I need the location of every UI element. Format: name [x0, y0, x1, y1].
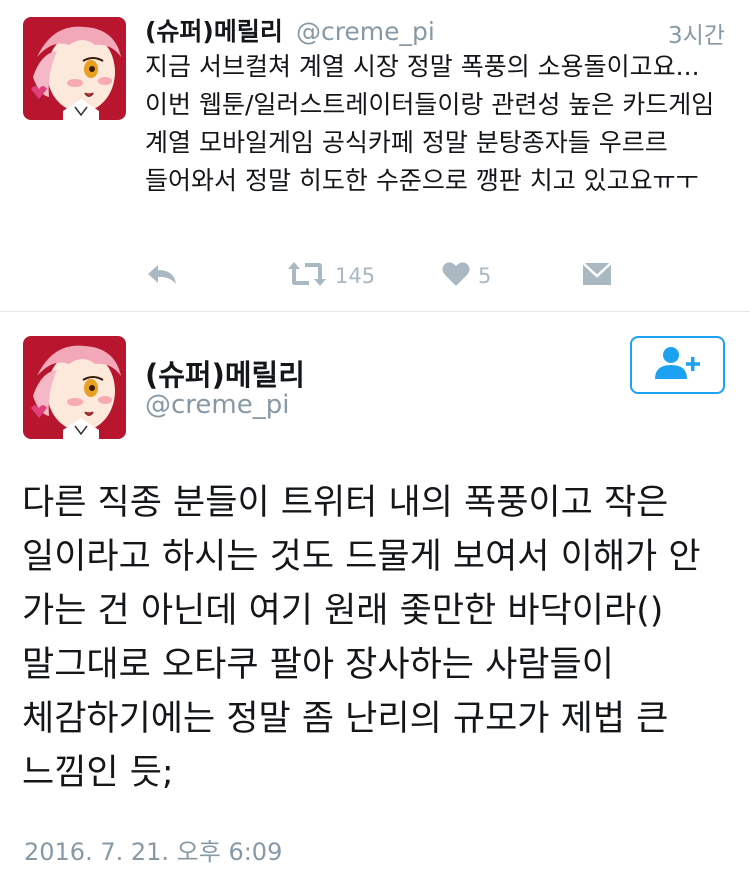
retweet-icon — [287, 260, 327, 292]
tweet-main-header: (슈퍼)메릴리 @creme_pi — [0, 312, 750, 452]
follow-button[interactable] — [630, 336, 725, 394]
tweet-time[interactable]: 3시간 — [668, 16, 725, 50]
reply-button[interactable] — [145, 258, 179, 294]
tweet-timestamp[interactable]: 2016. 7. 21. 오후 6:09 — [24, 832, 282, 867]
envelope-icon — [582, 262, 612, 290]
tweet-text: 지금 서브컬쳐 계열 시장 정말 폭풍의 소용돌이고요... 이번 웹툰/일러스… — [145, 52, 715, 195]
like-count: 5 — [478, 264, 492, 288]
heart-icon — [442, 261, 470, 291]
avatar[interactable] — [23, 17, 126, 120]
avatar[interactable] — [23, 336, 126, 439]
tweet-text: 다른 직종 분들이 트위터 내의 폭풍이고 작은 일이라고 하시는 것도 드물게… — [22, 483, 701, 793]
author-name[interactable]: (슈퍼)메릴리 — [145, 352, 305, 394]
author-handle[interactable]: @creme_pi — [296, 17, 435, 46]
reply-icon — [145, 259, 179, 293]
like-button[interactable]: 5 — [442, 258, 491, 294]
author-name[interactable]: (슈퍼)메릴리 — [145, 17, 283, 46]
author-handle[interactable]: @creme_pi — [145, 390, 289, 420]
retweet-button[interactable]: 145 — [287, 258, 375, 294]
tweet-reply[interactable]: (슈퍼)메릴리 @creme_pi 3시간 지금 서브컬쳐 계열 시장 정말 폭… — [0, 0, 750, 312]
retweet-count: 145 — [335, 264, 376, 288]
direct-message-button[interactable] — [582, 258, 612, 294]
tweet-header: (슈퍼)메릴리 @creme_pi 3시간 — [145, 12, 725, 52]
tweet-actions: 145 5 — [145, 258, 645, 294]
follow-user-plus-icon — [653, 345, 703, 385]
